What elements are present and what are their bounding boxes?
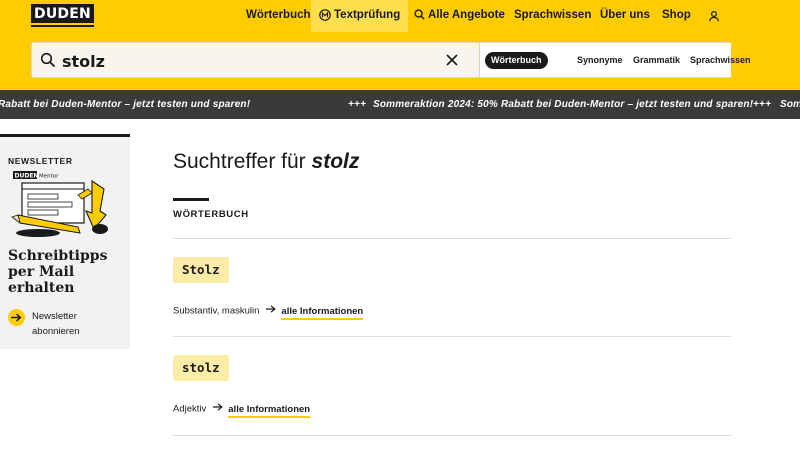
tab-synonyme[interactable]: Synonyme <box>577 52 623 69</box>
search-icon <box>414 9 425 21</box>
search-bar: Wörterbuch Synonyme Grammatik Sprachwiss… <box>31 42 751 78</box>
nav-item-label: Alle Angebote <box>428 9 505 21</box>
user-icon <box>708 10 720 22</box>
mentor-logo-sub: Mentor <box>39 174 59 180</box>
nav-item-label: Sprachwissen <box>514 9 592 21</box>
divider <box>173 435 731 436</box>
account-button[interactable] <box>708 1 723 33</box>
divider <box>173 238 731 239</box>
tab-woerterbuch[interactable]: Wörterbuch <box>485 52 548 69</box>
close-icon[interactable] <box>445 53 459 67</box>
ticker-message: Sommeraktion 2024: 50% Rabatt bei Duden-… <box>780 99 800 110</box>
ticker-message: Sommeraktion 2024: 50% Rabatt bei Duden-… <box>373 99 754 110</box>
arrow-right-icon <box>213 402 223 416</box>
nav-item-label: Textprüfung <box>334 9 401 21</box>
nav-item-ueber-uns[interactable]: Über uns <box>600 0 650 32</box>
entry-details-link[interactable]: alle Informationen <box>228 403 311 418</box>
tab-grammatik[interactable]: Grammatik <box>633 52 680 69</box>
section-rule <box>173 198 209 201</box>
page-title-prefix: Suchtreffer für <box>173 150 306 173</box>
entry-meta: Substantiv, maskulin alle Informationen <box>173 304 364 320</box>
entry-grammar: Adjektiv <box>173 403 207 415</box>
promo-ticker[interactable]: Sommeraktion 2024: 50% Rabatt bei Duden-… <box>0 90 800 119</box>
nav-item-shop[interactable]: Shop <box>662 0 691 32</box>
nav-item-sprachwissen[interactable]: Sprachwissen <box>514 0 591 32</box>
entry-details-link[interactable]: alle Informationen <box>281 305 364 320</box>
mentor-icon <box>319 9 331 21</box>
nav-item-alle-angebote[interactable]: Alle Angebote <box>414 0 505 32</box>
nav-item-label: Shop <box>662 9 691 21</box>
nav-item-label: Wörterbuch <box>246 9 311 21</box>
search-icon <box>40 52 56 68</box>
arrow-right-icon <box>8 309 25 326</box>
ticker-separator: +++ <box>348 99 367 110</box>
search-input[interactable] <box>62 49 462 73</box>
mentor-logo-word: DUDEN <box>15 173 39 180</box>
nav-item-woerterbuch[interactable]: Wörterbuch <box>246 0 311 32</box>
nav-item-label: Über uns <box>600 9 650 21</box>
ticker-separator: +++ <box>753 99 772 110</box>
main-nav: Wörterbuch Textprüfung Alle Angebote Spr… <box>0 0 800 32</box>
nav-item-textpruefung[interactable]: Textprüfung <box>311 0 409 32</box>
page-title-term: stolz <box>311 150 360 173</box>
newsletter-heading: Schreibtipps per Mail erhalten <box>8 248 108 296</box>
site-header: DUDEN Wörterbuch Textprüfung Alle Angebo… <box>0 0 800 90</box>
entry-word[interactable]: Stolz <box>173 257 229 283</box>
page-title: Suchtreffer für stolz <box>173 150 359 174</box>
tab-sprachwissen[interactable]: Sprachwissen <box>690 52 751 69</box>
newsletter-kicker: NEWSLETTER <box>8 156 73 166</box>
entry-word[interactable]: stolz <box>173 355 229 381</box>
entry-grammar: Substantiv, maskulin <box>173 305 260 317</box>
arrow-right-icon <box>266 304 277 318</box>
ticker-message: Sommeraktion 2024: 50% Rabatt bei Duden-… <box>0 99 251 110</box>
entry-meta: Adjektiv alle Informationen <box>173 402 311 418</box>
newsletter-subscribe-label: Newsletter abonnieren <box>32 311 80 337</box>
search-scope-tabs: Wörterbuch Synonyme Grammatik Sprachwiss… <box>479 43 751 77</box>
newsletter-subscribe-button[interactable]: Newsletter abonnieren <box>8 309 126 339</box>
divider <box>173 336 731 337</box>
newsletter-teaser: NEWSLETTER DUDEN Mentor Schreibtipps per… <box>0 134 130 349</box>
section-heading: WÖRTERBUCH <box>173 209 249 220</box>
newsletter-illustration: DUDEN Mentor <box>11 171 108 237</box>
